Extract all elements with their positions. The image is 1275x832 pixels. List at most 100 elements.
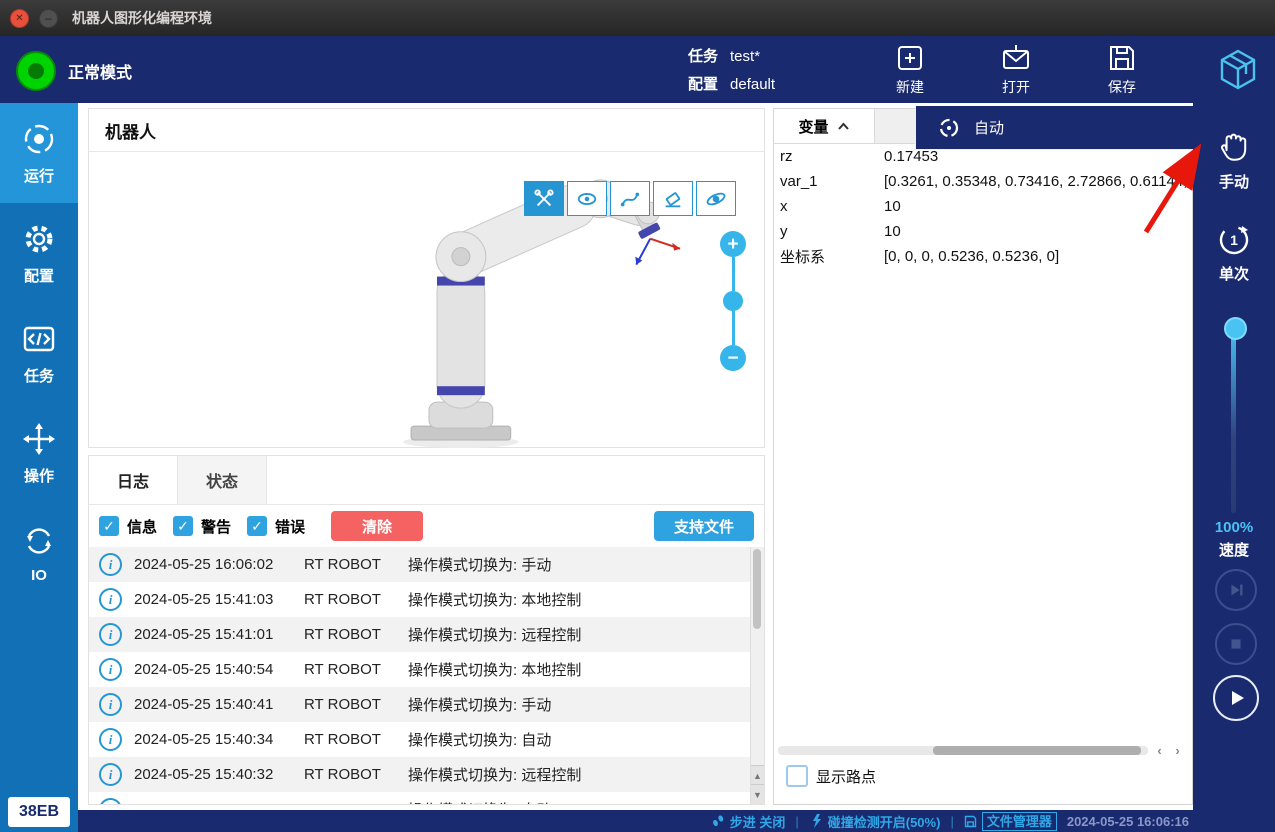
tab-status[interactable]: 状态 xyxy=(178,456,267,504)
scroll-up-button[interactable] xyxy=(751,765,764,785)
info-label: 信息 xyxy=(127,516,157,537)
tools-icon xyxy=(533,188,555,210)
play-icon xyxy=(1224,686,1248,710)
close-icon[interactable] xyxy=(10,9,29,28)
variable-row: y 10 xyxy=(774,219,1192,244)
zoom-out-button[interactable]: − xyxy=(720,345,746,371)
collision-toggle[interactable]: 碰撞检测开启(50%) xyxy=(809,812,941,831)
app-logo[interactable] xyxy=(1213,45,1263,95)
step-label: 步进 关闭 xyxy=(730,812,786,831)
cube-logo-icon xyxy=(1215,47,1261,93)
right-sidebar: 手动 1 单次 100% 速度 xyxy=(1193,103,1275,810)
log-time: 2024-05-25 15:41:01 xyxy=(134,626,292,643)
auto-option[interactable]: 自动 xyxy=(938,117,1004,139)
step-icon xyxy=(711,814,725,828)
single-run-button[interactable]: 1 单次 xyxy=(1193,223,1275,284)
variable-value: 10 xyxy=(884,223,1192,240)
visibility-button[interactable] xyxy=(567,181,607,216)
speed-label: 速度 xyxy=(1193,539,1275,560)
warning-label: 警告 xyxy=(201,516,231,537)
app-titlebar: 机器人图形化编程环境 xyxy=(0,0,1275,36)
log-time: 2024-05-25 16:06:02 xyxy=(134,556,292,573)
open-button[interactable]: 打开 xyxy=(984,42,1048,97)
scroll-right-button[interactable] xyxy=(1169,743,1186,758)
step-toggle[interactable]: 步进 关闭 xyxy=(711,812,786,831)
error-checkbox[interactable] xyxy=(247,516,267,536)
log-row: 2024-05-25 15:40:41 RT ROBOT 操作模式切换为: 手动 xyxy=(89,687,751,722)
variables-header-spacer xyxy=(875,109,918,143)
eye-icon xyxy=(576,188,598,210)
info-icon xyxy=(99,763,122,786)
sidebar-item-run[interactable]: 运行 xyxy=(0,103,78,203)
speed-slider[interactable] xyxy=(1231,325,1236,513)
speed-slider-thumb[interactable] xyxy=(1224,317,1247,340)
zoom-slider-thumb[interactable] xyxy=(723,291,743,311)
sidebar-item-task[interactable]: 任务 xyxy=(0,303,78,403)
robot-panel: 机器人 xyxy=(88,108,765,448)
play-button[interactable] xyxy=(1213,675,1259,721)
file-manager-button[interactable]: 文件管理器 xyxy=(964,812,1057,831)
manual-mode-label: 手动 xyxy=(1219,171,1249,192)
tools-button[interactable] xyxy=(524,181,564,216)
save-button[interactable]: 保存 xyxy=(1090,42,1154,97)
orbit-button[interactable] xyxy=(696,181,736,216)
log-scrollbar-thumb[interactable] xyxy=(753,549,761,629)
main-area: 机器人 xyxy=(78,103,1193,810)
tab-variables[interactable]: 变量 xyxy=(774,109,875,143)
log-message: 操作模式切换为: 手动 xyxy=(408,554,551,575)
manual-mode-button[interactable]: 手动 xyxy=(1193,129,1275,192)
stop-icon xyxy=(1225,633,1247,655)
mode-indicator: 正常模式 xyxy=(16,51,132,91)
new-button[interactable]: 新建 xyxy=(878,42,942,97)
tab-log[interactable]: 日志 xyxy=(89,456,178,504)
log-message: 操作模式切换为: 本地控制 xyxy=(408,589,581,610)
info-icon xyxy=(99,623,122,646)
variable-name: 坐标系 xyxy=(774,246,884,267)
log-source: RT ROBOT xyxy=(304,731,396,748)
log-message: 操作模式切换为: 远程控制 xyxy=(408,764,581,785)
variables-table: rz 0.17453 var_1 [0.3261, 0.35348, 0.734… xyxy=(774,144,1192,269)
log-row: 2024-05-25 16:06:02 RT ROBOT 操作模式切换为: 手动 xyxy=(89,547,751,582)
log-panel: 日志 状态 信息 警告 错误 清除 支持文件 2024-05-25 16:06:… xyxy=(88,455,765,805)
log-row: 2024-05-25 15:41:03 RT ROBOT 操作模式切换为: 本地… xyxy=(89,582,751,617)
support-files-button[interactable]: 支持文件 xyxy=(654,511,754,541)
scroll-left-button[interactable] xyxy=(1151,743,1168,758)
log-message: 操作模式切换为: 自动 xyxy=(408,799,551,804)
horizontal-scrollbar-thumb[interactable] xyxy=(933,746,1140,755)
status-indicator-icon xyxy=(16,51,56,91)
info-icon xyxy=(99,728,122,751)
show-waypoints-checkbox[interactable] xyxy=(786,765,808,787)
eraser-button[interactable] xyxy=(653,181,693,216)
scroll-down-button[interactable] xyxy=(751,784,764,804)
svg-text:1: 1 xyxy=(1230,232,1238,248)
show-waypoints-row: 显示路点 xyxy=(786,765,876,787)
variable-row: var_1 [0.3261, 0.35348, 0.73416, 2.72866… xyxy=(774,169,1192,194)
error-label: 错误 xyxy=(275,516,305,537)
sidebar-item-operate[interactable]: 操作 xyxy=(0,403,78,503)
config-label: 配置 xyxy=(688,71,718,99)
trajectory-button[interactable] xyxy=(610,181,650,216)
warning-checkbox[interactable] xyxy=(173,516,193,536)
info-icon xyxy=(99,588,122,611)
spinner-icon xyxy=(938,117,960,139)
info-icon xyxy=(99,693,122,716)
log-source: RT ROBOT xyxy=(304,626,396,643)
sidebar-item-io[interactable]: IO xyxy=(0,503,78,603)
file-manager-label: 文件管理器 xyxy=(982,812,1057,831)
skip-next-button[interactable] xyxy=(1215,569,1257,611)
clear-button[interactable]: 清除 xyxy=(331,511,423,541)
speed-value: 100% xyxy=(1193,519,1275,536)
horizontal-scrollbar[interactable] xyxy=(778,746,1148,755)
info-checkbox[interactable] xyxy=(99,516,119,536)
zoom-in-button[interactable]: + xyxy=(720,231,746,257)
variable-row: 坐标系 [0, 0, 0, 0.5236, 0.5236, 0] xyxy=(774,244,1192,269)
collision-icon xyxy=(809,814,823,828)
minimize-icon[interactable] xyxy=(39,9,58,28)
log-time: 2024-05-25 15:40:41 xyxy=(134,696,292,713)
stop-button[interactable] xyxy=(1215,623,1257,665)
log-source: RT ROBOT xyxy=(304,661,396,678)
sidebar-item-config[interactable]: 配置 xyxy=(0,203,78,303)
log-tabs: 日志 状态 xyxy=(89,456,764,505)
variables-panel: 变量 rz 0.17453 var_1 [0.3261, 0.35348, 0.… xyxy=(773,108,1193,805)
log-scrollbar[interactable] xyxy=(750,547,764,804)
